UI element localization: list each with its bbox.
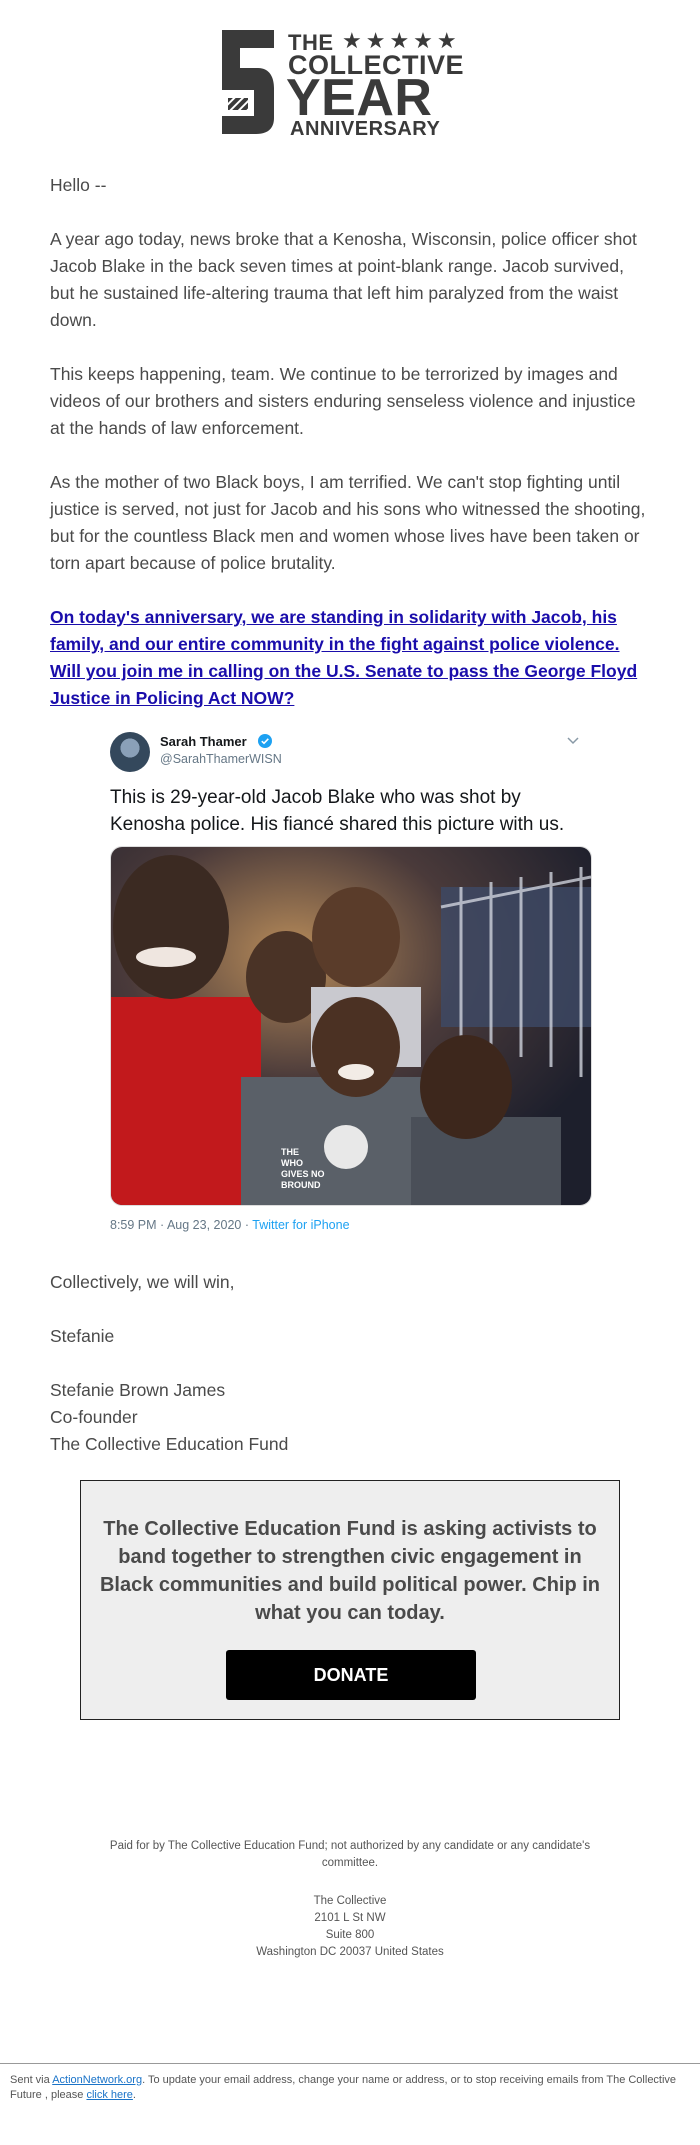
- appeal-text: The Collective Education Fund is asking …: [99, 1518, 601, 1624]
- tweet-author-handle[interactable]: @SarahThamerWISN: [160, 752, 282, 766]
- closing-line: Collectively, we will win,: [50, 1272, 235, 1292]
- family-photo-image: [111, 847, 591, 1205]
- address-line: Suite 800: [325, 1929, 375, 1941]
- unsubscribe-notice: Sent via ActionNetwork.org. To update yo…: [10, 2073, 690, 2103]
- address-line: Washington DC 20037 United States: [256, 1946, 444, 1958]
- photo-shirt-text: THE WHO GIVES NO BROUND: [281, 1147, 325, 1190]
- signoff-org: The Collective Education Fund: [50, 1434, 289, 1454]
- senate-petition-link[interactable]: On today's anniversary, we are standing …: [50, 604, 650, 712]
- signoff-first-name: Stefanie: [50, 1326, 115, 1346]
- embedded-tweet[interactable]: Sarah Thamer @SarahThamerWISN This is 29…: [110, 728, 592, 1238]
- donate-button[interactable]: DONATE: [226, 1650, 476, 1700]
- actionnetwork-link[interactable]: ActionNetwork.org: [52, 2074, 142, 2086]
- unsubscribe-link[interactable]: click here: [86, 2089, 132, 2101]
- logo-anniversary-text: ANNIVERSARY: [290, 118, 441, 140]
- tweet-source[interactable]: Twitter for iPhone: [252, 1218, 349, 1232]
- five-numeral-logo-mark: [222, 30, 274, 134]
- tweet-author-avatar[interactable]: [110, 732, 150, 772]
- tweet-timestamp[interactable]: 8:59 PM · Aug 23, 2020: [110, 1218, 241, 1232]
- footer-divider: [0, 2063, 700, 2064]
- tweet-text: This is 29-year-old Jacob Blake who was …: [110, 787, 565, 835]
- signoff-full-name: Stefanie Brown James: [50, 1380, 226, 1400]
- mailing-address: The Collective 2101 L St NW Suite 800 Wa…: [90, 1893, 610, 1961]
- logo-year-text: YEAR: [286, 69, 433, 127]
- verified-badge-icon: [258, 734, 272, 748]
- collective-5-year-logo: THE ★★★★★ COLLECTIVE YEAR ANNIVERSARY: [218, 28, 482, 140]
- paragraph-3: As the mother of two Black boys, I am te…: [50, 472, 646, 573]
- greeting: Hello --: [50, 175, 107, 195]
- address-line: The Collective: [313, 1895, 387, 1907]
- notice-prefix: Sent via: [10, 2074, 53, 2086]
- chevron-down-icon[interactable]: [566, 736, 580, 746]
- tweet-meta: 8:59 PM · Aug 23, 2020 · Twitter for iPh…: [110, 1218, 350, 1232]
- paragraph-1: A year ago today, news broke that a Keno…: [50, 229, 637, 330]
- paid-for-disclaimer: Paid for by The Collective Education Fun…: [109, 1840, 591, 1869]
- tweet-author-name[interactable]: Sarah Thamer: [160, 734, 247, 749]
- address-line: 2101 L St NW: [314, 1912, 386, 1924]
- signoff-title: Co-founder: [50, 1407, 138, 1427]
- donation-appeal-box: The Collective Education Fund is asking …: [80, 1480, 620, 1720]
- tweet-photo[interactable]: THE WHO GIVES NO BROUND: [110, 846, 592, 1206]
- paragraph-2: This keeps happening, team. We continue …: [50, 364, 636, 438]
- notice-suffix: .: [132, 2089, 136, 2101]
